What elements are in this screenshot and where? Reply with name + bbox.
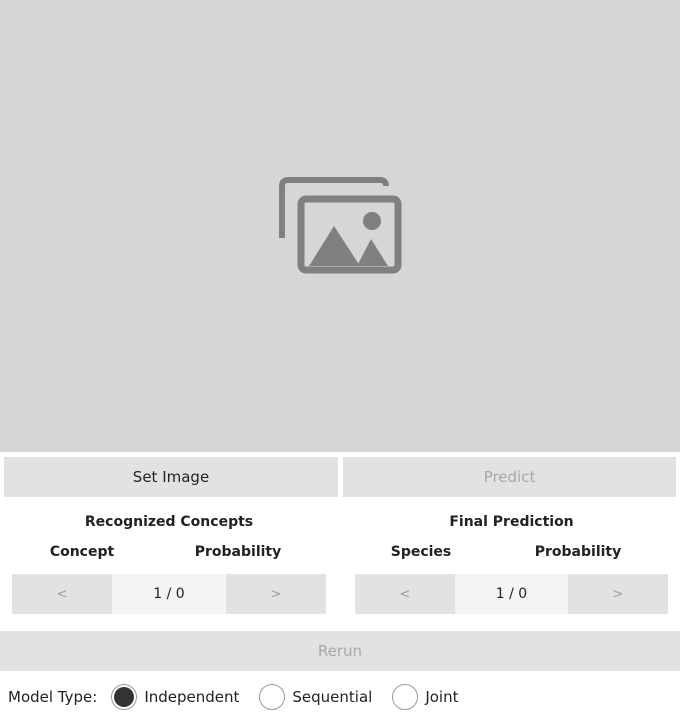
image-display-area [0,0,680,452]
model-type-label: Model Type: [8,688,98,706]
radio-independent[interactable] [111,684,138,710]
prediction-prev-button[interactable]: < [355,574,455,614]
predict-button[interactable]: Predict [343,457,676,497]
concepts-pager: < 1 / 0 > [12,574,326,614]
joint-label: Joint [425,688,459,706]
species-column-header: Species [390,544,452,560]
model-type-selector: Model Type: Independent Sequential Joint [8,682,478,712]
image-placeholder-icon [279,177,402,274]
rerun-button[interactable]: Rerun [0,631,680,671]
app-window: Set Image Predict Recognized Concepts Co… [0,0,680,720]
concepts-prev-button[interactable]: < [12,574,112,614]
radio-joint[interactable] [392,684,419,710]
concepts-page-indicator: 1 / 0 [112,574,226,614]
radio-sequential[interactable] [259,684,286,710]
sequential-label: Sequential [292,688,373,706]
concepts-panel-title: Recognized Concepts [84,514,254,530]
concept-column-header: Concept [49,544,115,560]
prediction-page-indicator: 1 / 0 [455,574,568,614]
prediction-next-button[interactable]: > [568,574,668,614]
prediction-probability-column-header: Probability [534,544,622,560]
prediction-panel-title: Final Prediction [449,514,574,530]
independent-label: Independent [144,688,240,706]
radio-selected-dot [114,687,135,707]
concept-probability-column-header: Probability [194,544,282,560]
model-type-independent-option[interactable]: Independent [111,684,239,710]
concepts-next-button[interactable]: > [226,574,326,614]
model-type-joint-option[interactable]: Joint [392,684,458,710]
prediction-pager: < 1 / 0 > [355,574,668,614]
model-type-sequential-option[interactable]: Sequential [259,684,372,710]
set-image-button[interactable]: Set Image [4,457,338,497]
